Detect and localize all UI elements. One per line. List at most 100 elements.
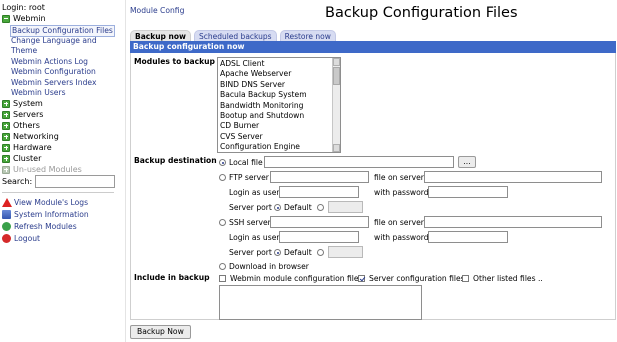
ftp-password-label: with password	[374, 188, 429, 197]
category-unused-modules[interactable]: Un-used Modules	[2, 164, 82, 175]
sidebar-item-change-language[interactable]: Change Language and	[11, 36, 97, 46]
category-system[interactable]: System	[2, 98, 43, 109]
ftp-port-input[interactable]	[328, 201, 363, 213]
local-file-label: Local file	[229, 158, 263, 167]
sidebar-item-webmin-users[interactable]: Webmin Users	[11, 88, 66, 98]
logout-link[interactable]: Logout	[2, 234, 40, 243]
include-other-files-checkbox[interactable]	[462, 275, 469, 282]
ssh-port-label: Server port	[229, 248, 272, 257]
ssh-port-default-radio[interactable]	[274, 249, 281, 256]
search-row: Search:	[2, 175, 116, 188]
category-label: Un-used Modules	[13, 165, 82, 174]
sidebar-item-webmin-actions-log[interactable]: Webmin Actions Log	[11, 57, 88, 67]
download-radio[interactable]	[219, 263, 226, 270]
ssh-server-input[interactable]	[270, 216, 369, 228]
search-input[interactable]	[35, 175, 116, 188]
include-other-files-label: Other listed files ..	[473, 274, 543, 283]
view-module-logs-link[interactable]: View Module's Logs	[2, 198, 88, 207]
module-option[interactable]: CD Burner	[220, 121, 307, 131]
ssh-port-custom-radio[interactable]	[317, 249, 324, 256]
module-option[interactable]: Apache Webserver	[220, 69, 307, 79]
main-content: Module Config Backup Configuration Files…	[130, 0, 617, 342]
download-label: Download in browser	[229, 262, 309, 271]
category-cluster[interactable]: Cluster	[2, 153, 41, 164]
ftp-port-custom-radio[interactable]	[317, 204, 324, 211]
include-webmin-config-label: Webmin module configuration files	[230, 274, 363, 283]
module-option[interactable]: Bootup and Shutdown	[220, 111, 307, 121]
system-information-link[interactable]: System Information	[2, 210, 89, 219]
modules-listbox[interactable]: ADSL Client Apache Webserver BIND DNS Serv…	[217, 57, 341, 153]
ssh-password-input[interactable]	[428, 231, 508, 243]
ftp-port-default-label: Default	[284, 203, 312, 212]
sidebar-item-change-language-theme[interactable]: Theme	[11, 46, 37, 56]
scroll-up-icon[interactable]	[333, 58, 340, 66]
action-label: System Information	[14, 210, 89, 219]
ssh-server-radio[interactable]	[219, 219, 226, 226]
module-option[interactable]: Configuration Engine	[220, 142, 307, 152]
action-label: View Module's Logs	[14, 198, 89, 207]
destination-label: Backup destination	[134, 156, 217, 165]
module-option[interactable]: BIND DNS Server	[220, 80, 307, 90]
ftp-server-label: FTP server	[229, 173, 269, 182]
warning-icon	[2, 198, 12, 207]
local-file-input[interactable]	[264, 156, 454, 168]
ssh-login-input[interactable]	[279, 231, 359, 243]
include-webmin-config-checkbox[interactable]	[219, 275, 226, 282]
ssh-file-on-server-input[interactable]	[424, 216, 602, 228]
category-label: Servers	[13, 110, 44, 119]
ftp-server-radio[interactable]	[219, 174, 226, 181]
modules-scrollbar[interactable]	[332, 58, 340, 152]
tab-bar: Backup now Scheduled backups Restore now	[130, 30, 339, 41]
include-label: Include in backup	[134, 273, 210, 282]
sidebar-item-webmin-configuration[interactable]: Webmin Configuration	[11, 67, 96, 77]
action-label: Logout	[14, 234, 40, 243]
ssh-server-label: SSH server	[229, 218, 271, 227]
module-option[interactable]: Bacula Backup System	[220, 90, 307, 100]
backup-now-button[interactable]: Backup Now	[130, 325, 191, 339]
tab-restore-now[interactable]: Restore now	[279, 30, 336, 41]
include-server-config-checkbox[interactable]	[358, 275, 365, 282]
page-title: Backup Configuration Files	[325, 5, 518, 21]
backup-panel: Modules to backup ADSL Client Apache Webs…	[130, 53, 616, 320]
refresh-modules-link[interactable]: Refresh Modules	[2, 222, 77, 231]
sidebar-item-webmin-servers-index[interactable]: Webmin Servers Index	[11, 78, 96, 88]
ftp-login-input[interactable]	[279, 186, 359, 198]
category-label: Others	[13, 121, 40, 130]
collapse-icon	[2, 14, 10, 23]
search-label: Search:	[2, 177, 33, 186]
category-label: Webmin	[13, 14, 46, 23]
modules-label: Modules to backup	[134, 57, 215, 66]
module-option[interactable]: ADSL Client	[220, 59, 307, 69]
scroll-down-icon[interactable]	[333, 144, 340, 152]
ftp-password-input[interactable]	[428, 186, 508, 198]
ftp-file-on-server-label: file on server	[374, 173, 424, 182]
ftp-server-input[interactable]	[270, 171, 369, 183]
ssh-file-on-server-label: file on server	[374, 218, 424, 227]
module-option[interactable]: Bandwidth Monitoring	[220, 101, 307, 111]
sidebar-divider	[2, 192, 114, 193]
login-label: Login: root	[2, 3, 45, 12]
ftp-port-default-radio[interactable]	[274, 204, 281, 211]
other-files-textarea[interactable]	[219, 285, 422, 320]
category-label: Cluster	[13, 154, 42, 163]
ssh-port-input[interactable]	[328, 246, 363, 258]
tab-backup-now[interactable]: Backup now	[130, 30, 191, 41]
ftp-file-on-server-input[interactable]	[424, 171, 602, 183]
sidebar: Login: root Webmin Backup Configuration …	[0, 0, 126, 342]
category-others[interactable]: Others	[2, 120, 40, 131]
expand-icon	[2, 121, 10, 130]
ssh-password-label: with password	[374, 233, 429, 242]
ftp-port-label: Server port	[229, 203, 272, 212]
panel-title: Backup configuration now	[130, 41, 616, 53]
scroll-thumb[interactable]	[333, 67, 340, 85]
local-file-radio[interactable]	[219, 159, 226, 166]
category-servers[interactable]: Servers	[2, 109, 43, 120]
module-config-link[interactable]: Module Config	[130, 6, 184, 15]
module-option[interactable]: CVS Server	[220, 132, 307, 142]
tab-scheduled-backups[interactable]: Scheduled backups	[193, 30, 277, 41]
category-networking[interactable]: Networking	[2, 131, 59, 142]
category-hardware[interactable]: Hardware	[2, 142, 52, 153]
modules-list: ADSL Client Apache Webserver BIND DNS Serv…	[220, 59, 307, 152]
category-webmin[interactable]: Webmin	[2, 13, 46, 24]
browse-button[interactable]: ...	[458, 156, 476, 168]
